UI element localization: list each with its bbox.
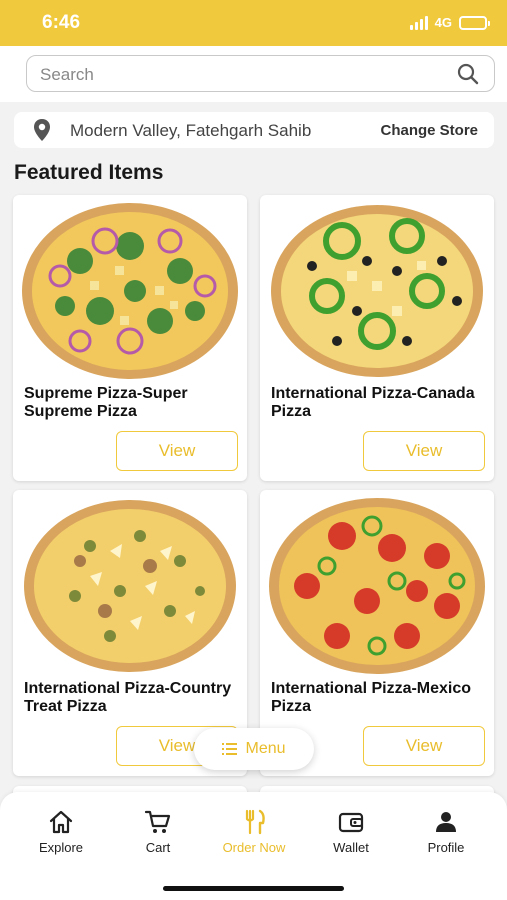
tab-label: Wallet — [333, 840, 369, 855]
product-name: International Pizza-Country Treat Pizza — [24, 680, 232, 715]
pizza-image — [22, 203, 238, 379]
fork-knife-icon — [245, 809, 265, 835]
bottom-tab-bar: Explore Cart Order Now Wallet Profile — [0, 792, 507, 900]
featured-items-title: Featured Items — [14, 161, 164, 184]
header: Search — [0, 46, 507, 102]
status-time: 6:46 — [42, 12, 81, 33]
search-placeholder: Search — [40, 65, 94, 84]
store-address: Modern Valley, Fatehgarh Sahib — [70, 121, 312, 140]
product-card[interactable]: Supreme Pizza-Super Supreme Pizza View — [13, 195, 247, 481]
menu-button[interactable]: Menu — [194, 728, 314, 770]
product-card[interactable]: International Pizza-Canada Pizza View — [260, 195, 494, 481]
product-name: International Pizza-Canada Pizza — [271, 385, 475, 420]
home-icon — [49, 810, 73, 834]
tab-label: Cart — [145, 840, 171, 855]
pizza-image — [269, 498, 485, 674]
tab-cart[interactable]: Cart — [113, 808, 203, 855]
search-input[interactable]: Search — [26, 55, 495, 92]
list-icon — [222, 743, 238, 755]
store-location-bar: Modern Valley, Fatehgarh Sahib Change St… — [14, 112, 494, 148]
tab-explore[interactable]: Explore — [16, 808, 106, 855]
battery-icon — [459, 15, 490, 30]
status-indicators: 4G — [409, 15, 490, 30]
view-button[interactable]: View — [363, 726, 485, 766]
product-name: Supreme Pizza-Super Supreme Pizza — [24, 385, 188, 420]
wallet-icon — [338, 812, 364, 833]
tab-label: Explore — [38, 840, 84, 855]
view-button[interactable]: View — [116, 431, 238, 471]
change-store-link[interactable]: Change Store — [380, 122, 478, 139]
signal-bars-icon — [409, 15, 428, 30]
tab-order-now[interactable]: Order Now — [209, 808, 299, 855]
tab-profile[interactable]: Profile — [401, 808, 491, 855]
person-icon — [436, 812, 456, 832]
tab-wallet[interactable]: Wallet — [306, 808, 396, 855]
pizza-image — [271, 205, 483, 377]
product-name: International Pizza-Mexico Pizza — [271, 680, 472, 715]
search-icon[interactable] — [456, 62, 480, 86]
tab-label: Profile — [427, 840, 465, 855]
tab-label: Order Now — [222, 840, 286, 855]
pizza-image — [24, 500, 236, 672]
network-type: 4G — [434, 15, 452, 30]
home-indicator — [163, 886, 344, 891]
status-bar: 6:46 4G — [0, 0, 507, 46]
cart-icon — [144, 810, 171, 833]
menu-label: Menu — [245, 740, 286, 757]
location-pin-icon — [34, 119, 50, 141]
view-button[interactable]: View — [363, 431, 485, 471]
